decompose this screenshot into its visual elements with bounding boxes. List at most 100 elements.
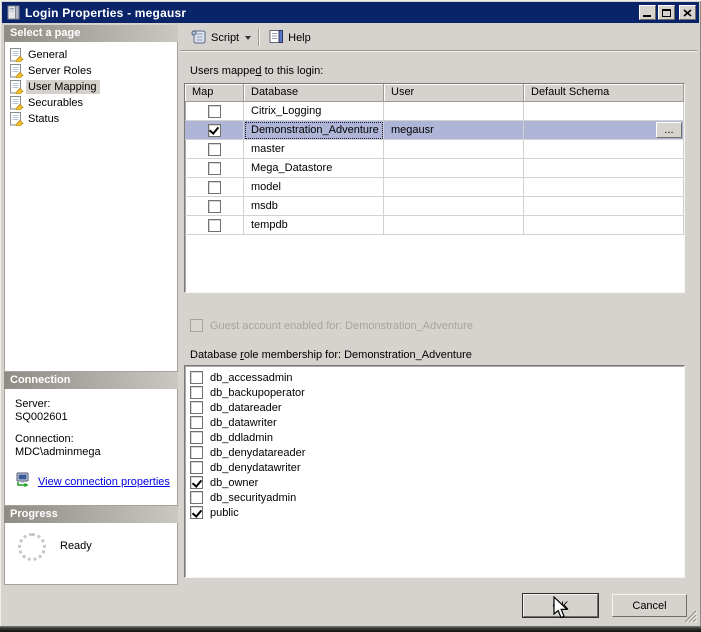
ok-button[interactable]: OK	[523, 594, 598, 617]
role-checkbox[interactable]	[190, 506, 203, 519]
table-row[interactable]: tempdb	[185, 216, 684, 235]
database-cell: tempdb	[244, 216, 384, 235]
role-membership-list[interactable]: db_accessadmindb_backupoperator db_datare…	[184, 365, 685, 578]
window-bottom-edge	[0, 626, 701, 632]
connection-header: Connection	[4, 372, 178, 389]
users-mapped-label: Users mapped to this login:	[190, 65, 697, 77]
role-item[interactable]: db_backupoperator	[190, 385, 684, 400]
role-name: db_datareader	[210, 402, 282, 414]
role-item[interactable]: db_denydatawriter	[190, 460, 684, 475]
maximize-button[interactable]	[658, 5, 675, 20]
default-schema-cell	[524, 197, 684, 216]
role-checkbox[interactable]	[190, 446, 203, 459]
default-schema-cell: ...	[524, 121, 684, 140]
connection-panel: Server: SQ002601 Connection: MDC\adminme…	[4, 389, 178, 506]
role-checkbox[interactable]	[190, 461, 203, 474]
map-checkbox[interactable]	[208, 200, 221, 213]
role-checkbox[interactable]	[190, 491, 203, 504]
database-cell: Demonstration_Adventure	[244, 121, 384, 140]
sidebar-item-user-mapping[interactable]: User Mapping	[5, 79, 177, 95]
role-membership-label: Database role membership for: Demonstrat…	[190, 349, 697, 361]
sidebar-item-general[interactable]: General	[5, 47, 177, 63]
help-button[interactable]: Help	[263, 27, 316, 49]
minimize-icon	[643, 15, 651, 17]
connection-properties-icon	[15, 472, 32, 492]
login-properties-dialog: Login Properties - megausr Select a page…	[0, 0, 701, 632]
script-icon	[190, 29, 207, 47]
sidebar-item-label: Securables	[26, 96, 87, 110]
user-cell: megausr	[384, 121, 524, 140]
maximize-icon	[662, 9, 671, 17]
database-cell: model	[244, 178, 384, 197]
role-checkbox[interactable]	[190, 401, 203, 414]
role-name: db_denydatareader	[210, 447, 305, 459]
user-cell	[384, 102, 524, 121]
map-checkbox[interactable]	[208, 124, 221, 137]
help-icon	[268, 29, 284, 47]
progress-spinner-icon	[18, 533, 46, 561]
role-checkbox[interactable]	[190, 371, 203, 384]
map-checkbox[interactable]	[208, 162, 221, 175]
user-mapping-table[interactable]: Map Database User Default Schema Citrix_…	[184, 83, 685, 293]
role-checkbox[interactable]	[190, 476, 203, 489]
toolbar: Script Help	[180, 25, 697, 51]
sidebar-item-server-roles[interactable]: Server Roles	[5, 63, 177, 79]
map-cell	[185, 178, 244, 197]
role-item[interactable]: db_securityadmin	[190, 490, 684, 505]
role-item[interactable]: db_accessadmin	[190, 370, 684, 385]
role-name: db_owner	[210, 477, 258, 489]
progress-status: Ready	[60, 540, 92, 552]
table-row[interactable]: Demonstration_Adventuremegausr...	[185, 121, 684, 140]
role-checkbox[interactable]	[190, 386, 203, 399]
guest-account-checkbox	[190, 319, 203, 332]
user-cell	[384, 197, 524, 216]
column-header-user[interactable]: User	[384, 84, 524, 102]
role-checkbox[interactable]	[190, 431, 203, 444]
role-item[interactable]: db_datawriter	[190, 415, 684, 430]
database-cell: Mega_Datastore	[244, 159, 384, 178]
user-cell	[384, 159, 524, 178]
connection-value: MDC\adminmega	[15, 446, 177, 459]
table-row[interactable]: msdb	[185, 197, 684, 216]
toolbar-separator	[258, 29, 259, 46]
table-row[interactable]: Mega_Datastore	[185, 159, 684, 178]
table-row[interactable]: master	[185, 140, 684, 159]
column-header-map[interactable]: Map	[185, 84, 244, 102]
default-schema-cell	[524, 102, 684, 121]
role-checkbox[interactable]	[190, 416, 203, 429]
server-value: SQ002601	[15, 411, 177, 424]
view-connection-properties-link[interactable]: View connection properties	[38, 476, 170, 489]
resize-grip[interactable]	[684, 610, 697, 623]
user-mapping-page: Users mapped to this login: Map Database…	[180, 51, 697, 585]
script-button-label: Script	[211, 32, 239, 44]
role-item[interactable]: db_ddladmin	[190, 430, 684, 445]
column-header-database[interactable]: Database	[244, 84, 384, 102]
page-list: General Server Roles User Mapping Secura…	[4, 42, 178, 372]
sidebar-item-label: General	[26, 48, 71, 62]
role-name: db_datawriter	[210, 417, 277, 429]
sidebar-item-status[interactable]: Status	[5, 111, 177, 127]
cancel-button[interactable]: Cancel	[612, 594, 687, 617]
help-button-label: Help	[288, 32, 311, 44]
map-checkbox[interactable]	[208, 143, 221, 156]
map-checkbox[interactable]	[208, 181, 221, 194]
map-checkbox[interactable]	[208, 105, 221, 118]
minimize-button[interactable]	[639, 5, 656, 20]
table-row[interactable]: Citrix_Logging	[185, 102, 684, 121]
column-header-default-schema[interactable]: Default Schema	[524, 84, 684, 102]
titlebar[interactable]: Login Properties - megausr	[2, 2, 699, 23]
role-item[interactable]: db_datareader	[190, 400, 684, 415]
script-button[interactable]: Script	[185, 27, 256, 49]
browse-default-schema-button[interactable]: ...	[656, 122, 682, 138]
sidebar: Select a page General Server Roles User …	[4, 25, 178, 585]
table-row[interactable]: model	[185, 178, 684, 197]
guest-account-label: Guest account enabled for: Demonstration…	[210, 320, 473, 332]
sidebar-item-securables[interactable]: Securables	[5, 95, 177, 111]
role-item[interactable]: db_denydatareader	[190, 445, 684, 460]
map-cell	[185, 197, 244, 216]
database-cell: master	[244, 140, 384, 159]
role-item[interactable]: db_owner	[190, 475, 684, 490]
map-checkbox[interactable]	[208, 219, 221, 232]
close-button[interactable]	[679, 5, 696, 20]
role-item[interactable]: public	[190, 505, 684, 520]
